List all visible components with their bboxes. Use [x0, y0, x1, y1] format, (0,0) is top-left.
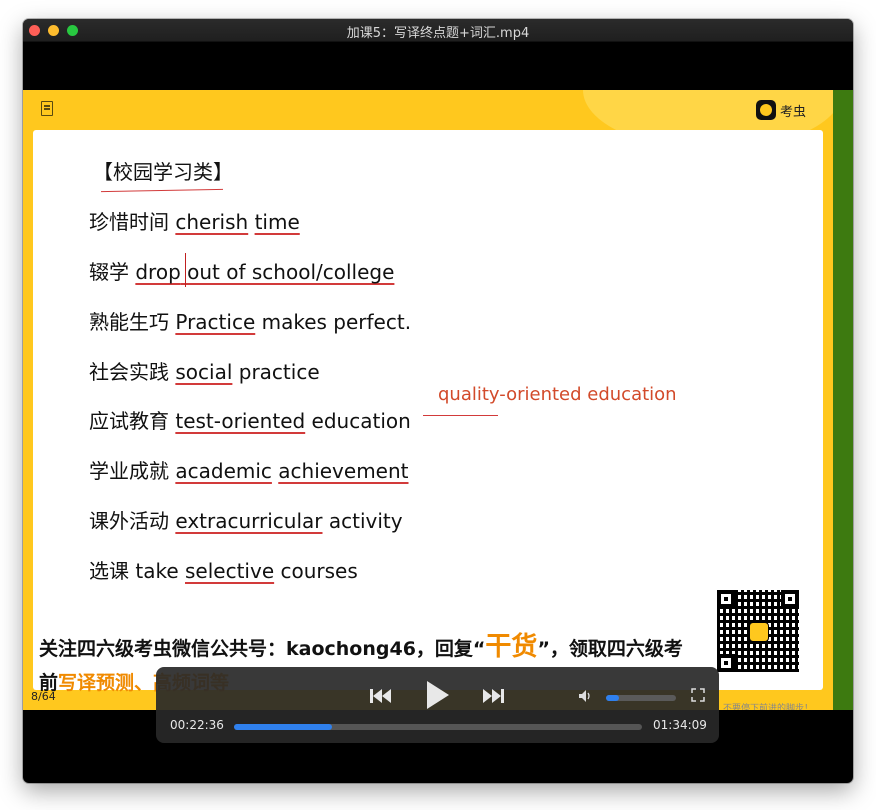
english-term: achievement [278, 459, 409, 483]
playback-controls: 00:22:36 01:34:09 [156, 667, 719, 743]
kaochong-logo-icon [756, 100, 776, 120]
volume-slider[interactable] [606, 695, 676, 701]
qr-logo-icon [749, 622, 769, 642]
english-term: Practice [175, 310, 256, 334]
progress-bar[interactable] [234, 724, 642, 730]
qr-code [715, 588, 801, 674]
chinese-term: 选课 take [89, 559, 185, 583]
chinese-term: 社会实践 [89, 360, 176, 384]
pen-underline [101, 188, 223, 193]
title-bar: 加课5：写译终点题+词汇.mp4 [23, 19, 853, 42]
english-term: education [305, 409, 411, 433]
vocab-row: 选课 take selective courses [89, 555, 358, 584]
promo-highlight: 干货 [485, 632, 538, 662]
vocab-row: 课外活动 extracurricular activity [89, 505, 403, 534]
english-term: extracurricular [175, 509, 323, 533]
vocab-row: 社会实践 social practice [89, 356, 320, 385]
book-icon [41, 101, 53, 116]
chinese-term: 课外活动 [89, 509, 176, 533]
video-frame[interactable]: 考虫 【校园学习类】 珍惜时间 cherish time 辍学 drop out… [23, 90, 853, 710]
progress-fill [234, 724, 332, 730]
chinese-term: 学业成就 [89, 459, 176, 483]
volume-icon[interactable] [578, 689, 592, 703]
vocab-row: 熟能生巧 Practice makes perfect. [89, 306, 411, 335]
english-term: social [175, 360, 233, 384]
vocab-row: 应试教育 test-oriented education [89, 405, 411, 434]
english-term: test-oriented [175, 409, 306, 433]
pen-underline [423, 415, 498, 416]
skip-forward-icon[interactable] [482, 687, 504, 707]
qr-eye [717, 654, 735, 672]
english-term: selective [185, 559, 275, 583]
slide-content: 【校园学习类】 珍惜时间 cherish time 辍学 drop out of… [33, 130, 823, 690]
window-title: 加课5：写译终点题+词汇.mp4 [346, 26, 530, 41]
english-term: practice [232, 360, 320, 384]
english-term: time [254, 210, 300, 234]
qr-eye [781, 590, 799, 608]
volume-level [606, 695, 619, 701]
brand-logo: 考虫 [756, 99, 806, 121]
promo-part: 关注四六级考虫微信公共号：kaochong46，回复“ [39, 638, 486, 660]
handwritten-annotation: quality-oriented education [438, 384, 677, 405]
player-window: 加课5：写译终点题+词汇.mp4 考虫 【校园学习类】 珍惜时间 cherish… [23, 19, 853, 783]
chinese-term: 应试教育 [89, 409, 176, 433]
pen-mark [185, 253, 186, 287]
fullscreen-icon[interactable] [691, 688, 705, 706]
english-term: cherish [175, 210, 249, 234]
english-term: activity [322, 509, 403, 533]
english-term: academic [175, 459, 272, 483]
chinese-term: 辍学 [89, 260, 136, 284]
vocab-row: 辍学 drop out of school/college [89, 256, 394, 285]
chinese-term: 珍惜时间 [89, 210, 176, 234]
qr-eye [717, 590, 735, 608]
brand-name: 考虫 [780, 104, 807, 120]
english-term: makes perfect. [255, 310, 412, 334]
green-edge [833, 90, 853, 710]
current-time: 00:22:36 [170, 718, 224, 732]
chinese-term: 熟能生巧 [89, 310, 176, 334]
motto-text: 不要停下前进的脚步！ [723, 704, 814, 710]
total-time: 01:34:09 [653, 718, 707, 732]
english-term: out of school/college [180, 260, 395, 284]
slide-heading: 【校园学习类】 [93, 160, 233, 184]
skip-back-icon[interactable] [370, 687, 392, 707]
vocab-row: 珍惜时间 cherish time [89, 206, 300, 235]
play-icon[interactable] [426, 680, 450, 713]
english-term: drop [135, 260, 181, 284]
page-number: 8/64 [31, 690, 56, 703]
vocab-row: 学业成就 academic achievement [89, 455, 409, 484]
english-term: courses [274, 559, 358, 583]
